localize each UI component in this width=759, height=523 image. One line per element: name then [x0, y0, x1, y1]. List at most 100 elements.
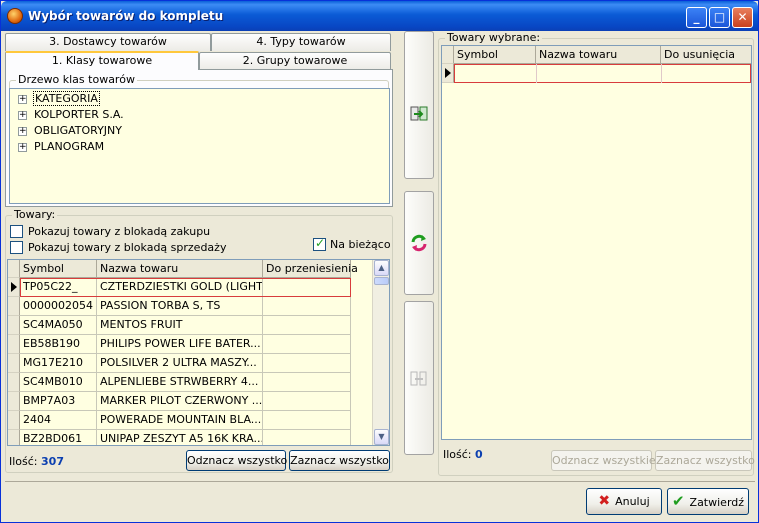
cell-transfer[interactable] — [263, 297, 351, 316]
block-sale-label: Pokazuj towary z blokadą sprzedaży — [28, 241, 227, 254]
grid-corner — [8, 260, 20, 278]
cell-name[interactable]: ALPENLIEBE STRWBERRY 4... — [97, 373, 263, 392]
column-header-remove[interactable]: Do usunięcia — [661, 46, 751, 64]
expand-icon[interactable]: + — [18, 110, 27, 120]
window-title: Wybór towarów do kompletu — [28, 9, 224, 23]
scroll-down-button[interactable]: ▼ — [374, 429, 389, 445]
cell-symbol[interactable]: SC4MA050 — [20, 316, 97, 335]
cell-symbol[interactable]: BMP7A03 — [20, 392, 97, 411]
deselect-all-selected-button[interactable]: Odznacz wszystkie — [551, 450, 656, 471]
towary-grid[interactable]: Symbol Nazwa towaru Do przeniesienia TP0… — [7, 259, 390, 446]
cell-name[interactable]: MARKER PILOT CZERWONY ... — [97, 392, 263, 411]
cancel-icon: ✖ — [598, 493, 611, 509]
column-header-symbol[interactable]: Symbol — [20, 260, 97, 278]
row-indicator — [8, 278, 20, 297]
block-sale-checkbox[interactable] — [10, 241, 23, 254]
deselect-all-button[interactable]: Odznacz wszystko — [186, 450, 287, 471]
close-button[interactable]: ✕ — [732, 7, 753, 28]
tab-grupy[interactable]: 2. Grupy towarowe — [199, 52, 391, 70]
cell-name[interactable]: MENTOS FRUIT — [97, 316, 263, 335]
current-row-arrow-icon — [11, 282, 17, 292]
refresh-button[interactable] — [404, 191, 434, 295]
column-header-transfer[interactable]: Do przeniesienia — [263, 260, 358, 278]
transfer-right-icon — [410, 106, 428, 121]
cell-separator — [661, 64, 662, 83]
towary-scrollbar[interactable]: ▲ ▼ — [372, 260, 389, 445]
move-back-button[interactable] — [404, 301, 434, 455]
scroll-up-button[interactable]: ▲ — [374, 260, 389, 276]
cell-transfer[interactable] — [263, 373, 351, 392]
row-indicator — [8, 392, 20, 411]
checkmark-icon: ✔ — [671, 492, 685, 510]
row-indicator — [8, 297, 20, 316]
cell-separator — [536, 64, 537, 83]
expand-icon[interactable]: + — [18, 142, 27, 152]
tab-typy[interactable]: 4. Typy towarów — [211, 33, 391, 51]
cell-transfer[interactable] — [263, 354, 351, 373]
cell-name[interactable]: POWERADE MOUNTAIN BLA... — [97, 411, 263, 430]
cell-transfer[interactable] — [263, 316, 351, 335]
current-checkbox[interactable] — [313, 236, 326, 251]
current-label: Na bieżąco — [330, 238, 391, 251]
block-purchase-checkbox[interactable] — [10, 225, 23, 238]
move-to-selected-button[interactable] — [404, 31, 434, 179]
cell-name[interactable]: PASSION TORBA S, TS — [97, 297, 263, 316]
row-indicator — [8, 316, 20, 335]
cell-symbol[interactable]: SC4MB010 — [20, 373, 97, 392]
tab-label: 2. Grupy towarowe — [242, 54, 348, 67]
row-indicator — [8, 354, 20, 373]
cell-symbol[interactable]: BZ2BD061 — [20, 430, 97, 445]
tab-klasy[interactable]: 1. Klasy towarowe — [5, 51, 199, 70]
confirm-button[interactable]: ✔ Zatwierdź — [667, 488, 749, 515]
cell-transfer[interactable] — [263, 430, 351, 445]
tree-item-label: PLANOGRAM — [34, 140, 105, 153]
tree-item-label: OBLIGATORYJNY — [34, 124, 122, 137]
tab-label: 4. Typy towarów — [256, 35, 346, 48]
cell-symbol[interactable]: TP05C22_ — [20, 278, 97, 297]
tab-label: 3. Dostawcy towarów — [49, 35, 167, 48]
row-indicator — [8, 430, 20, 445]
cell-transfer[interactable] — [263, 278, 351, 297]
column-header-name[interactable]: Nazwa towaru — [97, 260, 263, 278]
cell-name[interactable]: PHILIPS POWER LIFE BATER... — [97, 335, 263, 354]
row-indicator — [8, 411, 20, 430]
cancel-button[interactable]: ✖ Anuluj — [586, 488, 662, 515]
cell-symbol[interactable]: 0000002054 — [20, 297, 97, 316]
title-bar[interactable]: Wybór towarów do kompletu _ □ ✕ — [1, 1, 758, 31]
maximize-button[interactable]: □ — [709, 7, 730, 28]
tree-item[interactable]: + OBLIGATORYJNY — [18, 123, 123, 139]
expand-icon[interactable]: + — [18, 94, 27, 104]
cell-name[interactable]: UNIPAP ZESZYT A5 16K KRA... — [97, 430, 263, 445]
selected-count-label: Ilość: — [443, 448, 472, 461]
minimize-button[interactable]: _ — [686, 7, 707, 28]
column-header-symbol[interactable]: Symbol — [454, 46, 536, 64]
cell-symbol[interactable]: EB58B190 — [20, 335, 97, 354]
tree-item[interactable]: + KATEGORIA — [18, 91, 100, 107]
cell-symbol[interactable]: 2404 — [20, 411, 97, 430]
class-tree[interactable]: + KATEGORIA + KOLPORTER S.A. + OBLIGATORYJN… — [9, 88, 390, 204]
refresh-icon — [411, 234, 427, 252]
row-indicator — [8, 373, 20, 392]
cell-transfer[interactable] — [263, 335, 351, 354]
cell-transfer[interactable] — [263, 411, 351, 430]
expand-icon[interactable]: + — [18, 126, 27, 136]
tree-item[interactable]: + PLANOGRAM — [18, 139, 105, 155]
tree-item[interactable]: + KOLPORTER S.A. — [18, 107, 125, 123]
selected-count-value: 0 — [475, 448, 483, 461]
scroll-thumb[interactable] — [374, 277, 389, 285]
cell-name[interactable]: POLSILVER 2 ULTRA MASZY... — [97, 354, 263, 373]
towary-count-value: 307 — [41, 455, 64, 468]
selected-grid[interactable]: Symbol Nazwa towaru Do usunięcia — [441, 45, 752, 440]
select-all-button[interactable]: Zaznacz wszystko — [289, 450, 390, 471]
cancel-label: Anuluj — [615, 495, 650, 508]
cell-symbol[interactable]: MG17E210 — [20, 354, 97, 373]
row-indicator — [442, 64, 454, 83]
column-header-name[interactable]: Nazwa towaru — [536, 46, 661, 64]
cell-name[interactable]: CZTERDZIESTKI GOLD (LIGHT) — [97, 278, 263, 297]
tab-dostawcy[interactable]: 3. Dostawcy towarów — [5, 33, 211, 51]
tree-item-label: KOLPORTER S.A. — [34, 108, 124, 121]
grid-corner — [442, 46, 454, 64]
select-all-selected-button[interactable]: Zaznacz wszystko — [655, 450, 755, 471]
cell-transfer[interactable] — [263, 392, 351, 411]
towary-title: Towary: — [12, 208, 58, 221]
